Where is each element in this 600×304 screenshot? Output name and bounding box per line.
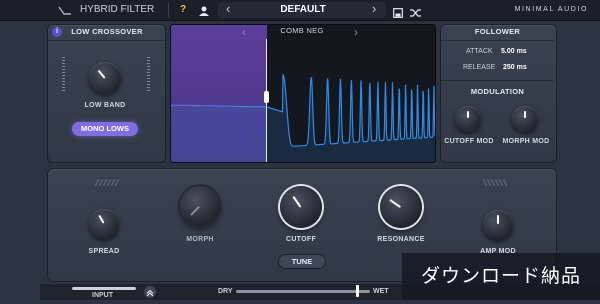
- spread-label: SPREAD: [88, 248, 120, 255]
- follower-title: FOLLOWER: [474, 27, 521, 36]
- brand-logo: MINIMAL AUDIO: [514, 6, 588, 13]
- attack-label: ATTACK: [466, 48, 493, 55]
- low-crossover-title: LOW CROSSOVER: [71, 27, 143, 36]
- help-icon[interactable]: ?: [180, 0, 186, 20]
- amp-mod-knob[interactable]: [483, 210, 513, 240]
- tune-button[interactable]: TUNE: [278, 254, 326, 269]
- panel-divider: [441, 80, 554, 81]
- grip-left: [94, 179, 120, 186]
- download-delivery-banner: ダウンロード納品: [402, 253, 600, 300]
- spread-knob[interactable]: [89, 209, 119, 239]
- filter-prev-button[interactable]: ‹: [242, 22, 246, 42]
- filter-next-button[interactable]: ›: [354, 22, 358, 42]
- morph-label: MORPH: [186, 236, 214, 243]
- shuffle-icon[interactable]: [410, 5, 422, 17]
- filter-display[interactable]: [170, 24, 436, 163]
- modulation-title: MODULATION: [470, 87, 525, 96]
- level-meter-left: [62, 57, 65, 93]
- user-icon[interactable]: [198, 4, 210, 16]
- grip-right: [482, 179, 508, 186]
- level-meter-right: [147, 57, 150, 93]
- morph-mod-label: MORPH MOD: [502, 138, 550, 145]
- mix-slider-thumb[interactable]: [355, 285, 359, 297]
- release-label: RELEASE: [463, 64, 496, 71]
- cutoff-knob[interactable]: [280, 186, 322, 228]
- panel-divider: [441, 40, 554, 41]
- morph-mod-knob[interactable]: [512, 106, 538, 132]
- cutoff-label: CUTOFF: [285, 236, 317, 243]
- preset-next-button[interactable]: ›: [372, 0, 376, 19]
- mono-lows-button[interactable]: MONO LOWS: [72, 122, 138, 136]
- dry-label: DRY: [218, 288, 233, 295]
- mix-slider-track[interactable]: [236, 290, 370, 293]
- panel-divider: [48, 40, 163, 41]
- morph-knob[interactable]: [180, 186, 220, 226]
- preset-name[interactable]: DEFAULT: [270, 0, 336, 20]
- low-band-knob[interactable]: [89, 62, 121, 94]
- expand-icon[interactable]: [144, 286, 156, 298]
- cutoff-mod-label: CUTOFF MOD: [444, 138, 494, 145]
- attack-value[interactable]: 5.00 ms: [501, 48, 527, 55]
- cutoff-mod-knob[interactable]: [455, 106, 481, 132]
- input-label: INPUT: [92, 292, 113, 299]
- waveform-curve: [171, 73, 435, 162]
- menu-icon[interactable]: [58, 4, 72, 16]
- crossover-handle[interactable]: [264, 91, 269, 103]
- info-icon[interactable]: i: [52, 27, 62, 37]
- preset-prev-button[interactable]: ‹: [226, 0, 230, 19]
- wet-label: WET: [373, 288, 389, 295]
- resonance-label: RESONANCE: [377, 236, 425, 243]
- input-slider[interactable]: [72, 287, 136, 290]
- waveform-fill: [171, 75, 435, 162]
- plugin-title: HYBRID FILTER: [80, 4, 155, 15]
- filter-type-label[interactable]: COMB NEG: [262, 26, 342, 35]
- save-icon[interactable]: [393, 5, 403, 18]
- resonance-knob[interactable]: [380, 186, 422, 228]
- low-band-label: LOW BAND: [84, 102, 126, 109]
- divider: [168, 3, 169, 17]
- release-value[interactable]: 250 ms: [503, 64, 527, 71]
